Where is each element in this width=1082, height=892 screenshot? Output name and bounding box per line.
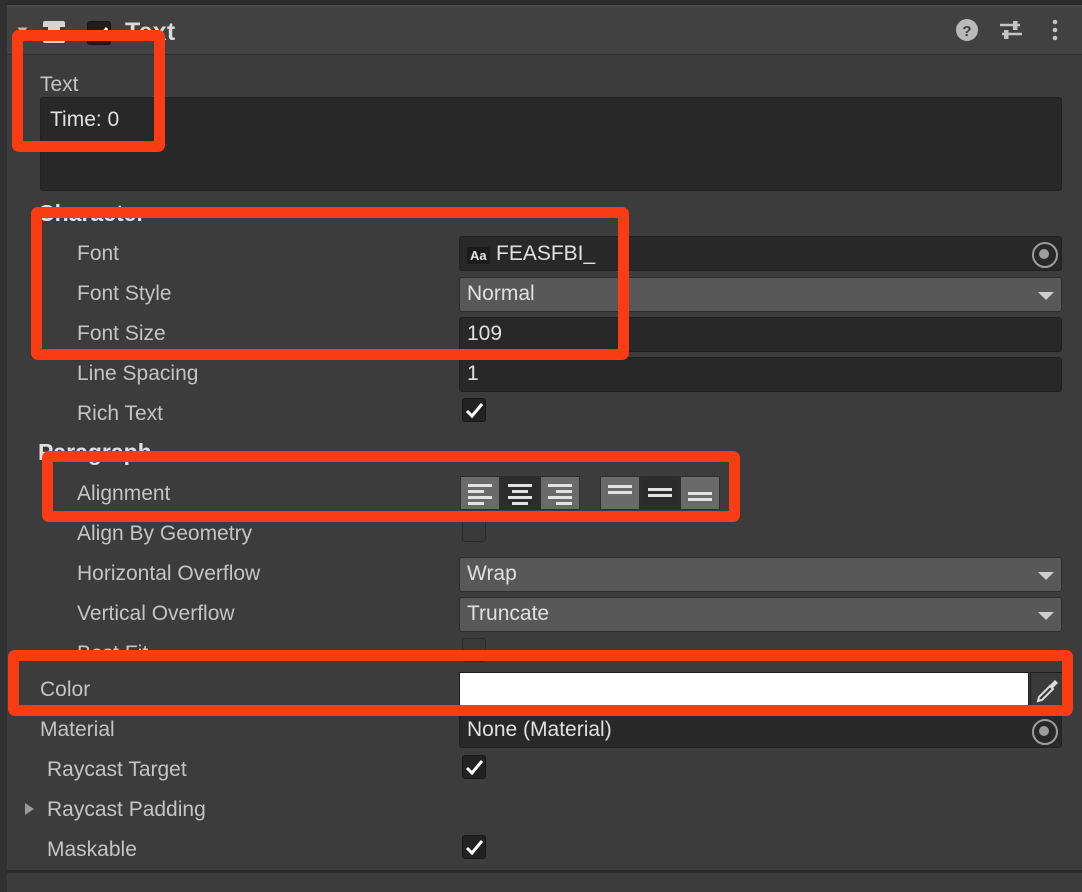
svg-text:?: ? [962,23,971,40]
font-type-badge: Aa [467,247,490,264]
font-size-label: Font Size [77,322,166,345]
raycast-padding-foldout-icon[interactable] [25,803,34,815]
horizontal-overflow-chevron-down-icon[interactable] [1038,572,1054,580]
material-object-picker-icon[interactable] [1029,716,1059,746]
font-style-chevron-down-icon[interactable] [1038,292,1054,300]
unity-inspector-screenshot: Text ? Text Time: 0 Character Font Aa FE… [0,0,1082,892]
font-style-value: Normal [467,282,535,305]
inspector-panel: Text ? Text Time: 0 Character Font Aa FE… [7,7,1082,870]
raycast-target-checkbox[interactable] [462,755,486,779]
color-eyedropper-button[interactable] [1030,672,1064,706]
material-label: Material [40,718,115,741]
checkmark-icon [91,27,109,42]
horizontal-overflow-dropdown[interactable] [459,557,1062,592]
align-by-geometry-label: Align By Geometry [77,522,253,545]
checkmark-icon [465,403,484,419]
font-label: Font [77,242,120,265]
vertical-overflow-label: Vertical Overflow [77,602,235,625]
text-value-textarea[interactable] [40,97,1062,191]
bottom-strip [7,873,1082,892]
raycast-target-label: Raycast Target [47,758,187,781]
color-swatch[interactable] [459,672,1029,706]
font-object-picker-icon[interactable] [1029,239,1059,269]
more-menu-icon[interactable] [1042,17,1068,45]
color-label: Color [40,678,91,701]
component-foldout-icon[interactable] [17,27,28,35]
horizontal-overflow-label: Horizontal Overflow [77,562,261,585]
maskable-label: Maskable [47,838,137,861]
header-icon-group: ? [954,17,1068,45]
text-component-icon [43,21,65,43]
left-rail [0,0,7,892]
rich-text-checkbox[interactable] [462,398,486,422]
alignment-horizontal-group[interactable] [460,476,580,510]
help-icon[interactable]: ? [954,17,980,45]
component-enabled-checkbox[interactable] [87,21,111,45]
alignment-label: Alignment [77,482,171,505]
font-value: FEASFBI_ [496,242,596,265]
align-bottom-button[interactable] [680,476,720,510]
raycast-padding-label: Raycast Padding [47,798,206,821]
vertical-overflow-value: Truncate [467,602,550,625]
component-title: Text [125,18,176,46]
horizontal-overflow-value: Wrap [467,562,517,585]
text-property-label: Text [40,73,79,96]
align-middle-button[interactable] [640,476,680,510]
text-value: Time: 0 [50,108,120,131]
alignment-vertical-group[interactable] [600,476,720,510]
align-top-button[interactable] [600,476,640,510]
font-size-field[interactable] [459,317,1062,352]
align-left-button[interactable] [460,476,500,510]
font-size-value: 109 [467,322,503,345]
font-style-label: Font Style [77,282,172,305]
eyedropper-icon [1036,680,1058,703]
material-value: None (Material) [467,718,612,741]
best-fit-label: Best Fit [77,642,149,665]
checkmark-icon [465,840,484,856]
rich-text-label: Rich Text [77,402,163,425]
preset-icon[interactable] [998,17,1024,45]
vertical-overflow-chevron-down-icon[interactable] [1038,612,1054,620]
line-spacing-value: 1 [467,362,479,385]
checkmark-icon [465,760,484,776]
vertical-overflow-dropdown[interactable] [459,597,1062,632]
character-section-header: Character [38,200,146,226]
font-style-dropdown[interactable] [459,277,1062,312]
best-fit-checkbox[interactable] [462,638,486,662]
align-by-geometry-checkbox[interactable] [462,518,486,542]
align-right-button[interactable] [540,476,580,510]
line-spacing-field[interactable] [459,357,1062,392]
align-center-button[interactable] [500,476,540,510]
paragraph-section-header: Paragraph [38,439,152,465]
component-header[interactable]: Text ? [7,7,1082,55]
maskable-checkbox[interactable] [462,835,486,859]
line-spacing-label: Line Spacing [77,362,199,385]
